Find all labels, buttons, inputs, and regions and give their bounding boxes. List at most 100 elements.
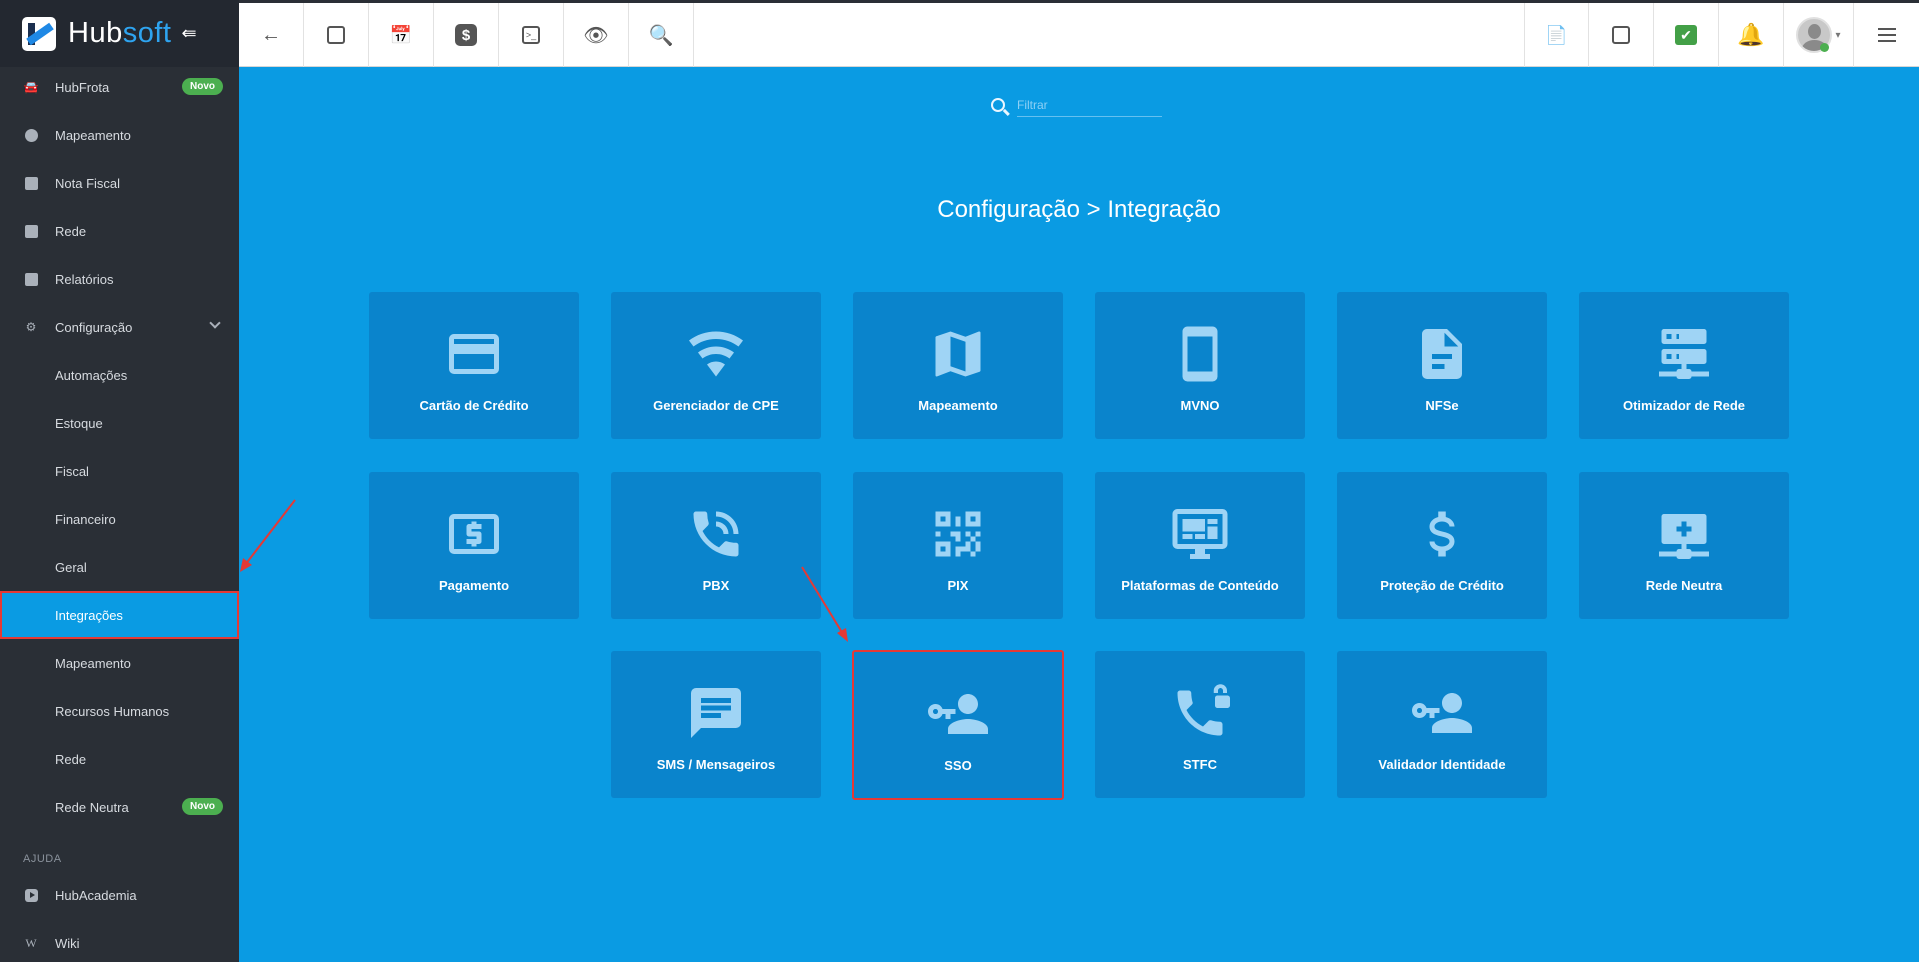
eye-icon: 👁 xyxy=(583,24,609,47)
sidebar-subitem-mapeamento[interactable]: Mapeamento xyxy=(0,639,239,687)
financial-button[interactable]: $ xyxy=(434,3,499,67)
tile-label: Plataformas de Conteúdo xyxy=(1121,578,1279,593)
console-icon: >_ xyxy=(522,26,540,44)
tile-gerenciador-de-cpe[interactable]: Gerenciador de CPE xyxy=(611,292,821,439)
server-icon xyxy=(24,224,38,238)
sidebar-subitem-label: Rede xyxy=(55,751,87,767)
sidebar-subitem-label: Financeiro xyxy=(55,511,116,527)
sidebar-subitem-label: Recursos Humanos xyxy=(55,703,170,719)
wikipedia-icon: W xyxy=(25,935,37,950)
brand-name: Hubsoft xyxy=(68,17,171,50)
back-button[interactable]: ← xyxy=(239,3,304,67)
search-button[interactable]: 🔍 xyxy=(629,3,694,67)
tile-label: PBX xyxy=(702,578,730,593)
tile-pix[interactable]: PIX xyxy=(853,472,1063,619)
chevron-down-icon: ▾ xyxy=(1835,29,1841,41)
sidebar-item-mapeamento[interactable]: Mapeamento xyxy=(0,111,239,159)
tile-cartao-de-credito[interactable]: Cartão de Crédito xyxy=(369,292,579,439)
account-key-icon xyxy=(1410,681,1474,745)
tile-label: Mapeamento xyxy=(918,398,998,413)
page-title: Configuração > Integração xyxy=(937,196,1221,223)
client-button[interactable] xyxy=(304,3,369,67)
tile-pbx[interactable]: PBX xyxy=(611,472,821,619)
map-marker-icon xyxy=(24,128,38,142)
chevron-down-icon xyxy=(209,317,221,329)
sidebar-subitem-recursos-humanos[interactable]: Recursos Humanos xyxy=(0,687,239,735)
credit-card-icon xyxy=(442,322,506,386)
tile-mapeamento[interactable]: Mapeamento xyxy=(853,292,1063,439)
sidebar-item-nota-fiscal[interactable]: Nota Fiscal xyxy=(0,159,239,207)
sidebar-subitem-rede-neutra[interactable]: Rede Neutra Novo xyxy=(0,783,239,831)
tile-plataformas-de-conteudo[interactable]: Plataformas de Conteúdo xyxy=(1095,472,1305,619)
filter-input[interactable] xyxy=(1017,93,1162,117)
server-network-icon xyxy=(1652,322,1716,386)
tile-protecao-de-credito[interactable]: Proteção de Crédito xyxy=(1337,472,1547,619)
phone-icon xyxy=(1168,322,1232,386)
tile-mvno[interactable]: MVNO xyxy=(1095,292,1305,439)
sidebar-item-label: HubFrota xyxy=(55,79,110,95)
tile-rede-neutra[interactable]: Rede Neutra xyxy=(1579,472,1789,619)
sidebar-subitem-geral[interactable]: Geral xyxy=(0,543,239,591)
receipt-icon xyxy=(24,176,38,190)
menu-list-button[interactable] xyxy=(1854,3,1919,67)
tile-label: Gerenciador de CPE xyxy=(653,398,779,413)
message-check-icon: ✔ xyxy=(1675,25,1697,45)
tile-label: Proteção de Crédito xyxy=(1380,578,1504,593)
car-icon: 🚘 xyxy=(23,80,39,94)
dollar-box-icon: $ xyxy=(455,24,477,46)
tile-stfc[interactable]: STFC xyxy=(1095,651,1305,798)
tile-label: MVNO xyxy=(1180,398,1220,413)
new-badge: Novo xyxy=(182,78,223,95)
monitor-dashboard-icon xyxy=(1168,502,1232,566)
badge-button[interactable] xyxy=(1589,3,1654,67)
tile-nfse[interactable]: NFSe xyxy=(1337,292,1547,439)
sidebar-item-wiki[interactable]: W Wiki xyxy=(0,919,239,962)
sidebar-subitem-label: Fiscal xyxy=(55,463,89,479)
card-account-icon xyxy=(1612,26,1630,44)
notifications-button[interactable]: 🔔 xyxy=(1719,3,1784,67)
search-icon: 🔍 xyxy=(648,24,674,47)
sidebar-item-configuracao[interactable]: ⚙ Configuração xyxy=(0,303,239,351)
tile-label: SSO xyxy=(944,758,972,773)
sidebar-subitem-label: Mapeamento xyxy=(55,655,131,671)
pdf-button[interactable]: 📄 xyxy=(1524,3,1589,67)
hubsoft-logo-icon[interactable] xyxy=(22,16,56,51)
sidebar-subitem-estoque[interactable]: Estoque xyxy=(0,399,239,447)
search-icon xyxy=(991,98,1005,112)
tasks-button[interactable]: ✔ xyxy=(1654,3,1719,67)
sidebar-subitem-financeiro[interactable]: Financeiro xyxy=(0,495,239,543)
brand-name-hub: Hub xyxy=(68,17,123,49)
console-button[interactable]: >_ xyxy=(499,3,564,67)
tile-label: Otimizador de Rede xyxy=(1622,398,1746,413)
tile-sms-mensageiros[interactable]: SMS / Mensageiros xyxy=(611,651,821,798)
annotation-arrow-sidebar xyxy=(240,499,296,572)
sidebar-item-label: Mapeamento xyxy=(55,127,131,143)
sidebar-subitem-integracoes[interactable]: Integrações xyxy=(0,591,239,639)
sidebar-item-label: HubAcademia xyxy=(55,887,137,903)
sidebar-item-hubacademia[interactable]: HubAcademia xyxy=(0,871,239,919)
sidebar-subitem-rede[interactable]: Rede xyxy=(0,735,239,783)
file-pdf-icon: 📄 xyxy=(1545,24,1568,45)
wifi-icon xyxy=(684,322,748,386)
tile-otimizador-de-rede[interactable]: Otimizador de Rede xyxy=(1579,292,1789,439)
phone-call-icon xyxy=(684,502,748,566)
sidebar-subitem-label: Rede Neutra xyxy=(55,799,129,815)
view-button[interactable]: 👁 xyxy=(564,3,629,67)
user-menu-button[interactable]: ▾ xyxy=(1784,3,1854,67)
sidebar-item-label: Wiki xyxy=(55,935,80,951)
sidebar-subitem-label: Automações xyxy=(55,367,128,383)
list-icon xyxy=(1877,28,1896,42)
schedule-button[interactable]: 📅 xyxy=(369,3,434,67)
sidebar: Hubsoft ⇚ 🚘 HubFrota Novo Mapeamento Not… xyxy=(0,0,239,962)
sidebar-item-rede[interactable]: Rede xyxy=(0,207,239,255)
tile-sso[interactable]: SSO xyxy=(852,650,1064,800)
sidebar-collapse-icon[interactable]: ⇚ xyxy=(181,23,196,44)
sidebar-subitem-automacoes[interactable]: Automações xyxy=(0,351,239,399)
sidebar-item-relatorios[interactable]: Relatórios xyxy=(0,255,239,303)
tile-pagamento[interactable]: Pagamento xyxy=(369,472,579,619)
phone-lock-icon xyxy=(1168,681,1232,745)
filter-search xyxy=(991,93,1162,117)
sidebar-subitem-fiscal[interactable]: Fiscal xyxy=(0,447,239,495)
sidebar-item-hubfrota[interactable]: 🚘 HubFrota Novo xyxy=(0,63,239,111)
tile-validador-identidade[interactable]: Validador Identidade xyxy=(1337,651,1547,798)
